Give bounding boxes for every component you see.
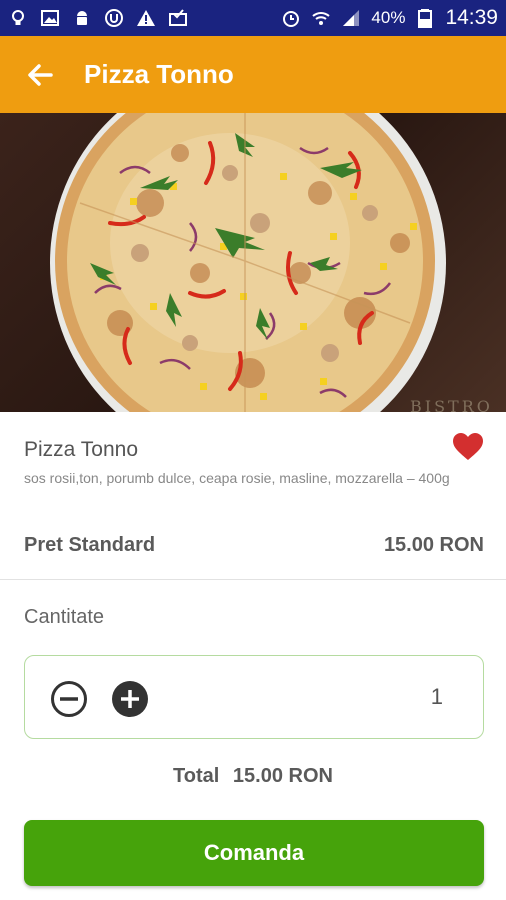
warning-icon — [137, 10, 155, 26]
quantity-label: Cantitate — [24, 606, 105, 628]
total-row: Total 15.00 RON — [0, 765, 506, 788]
notification-icons — [8, 8, 188, 28]
android-icon — [77, 11, 87, 25]
app-bar: Pizza Tonno — [0, 36, 506, 113]
product-description: sos rosii,ton, porumb dulce, ceapa rosie… — [24, 470, 450, 486]
product-name: Pizza Tonno — [24, 438, 139, 461]
order-button[interactable]: Comanda — [24, 820, 484, 886]
quantity-stepper: 1 — [24, 655, 484, 739]
heart-icon — [453, 433, 483, 460]
arrow-left-icon — [28, 63, 53, 86]
lightbulb-icon — [12, 10, 24, 25]
order-button-label: Comanda — [203, 840, 305, 865]
alarm-icon — [283, 11, 300, 27]
total-value: 15.00 RON — [232, 765, 333, 787]
battery-percent: 40% — [371, 8, 406, 27]
product-info: Pizza Tonno sos rosii,ton, porumb dulce,… — [0, 412, 506, 580]
favorite-button[interactable] — [452, 432, 484, 462]
back-button[interactable] — [0, 36, 80, 113]
price-value: 15.00 RON — [383, 534, 484, 556]
clock: 14:39 — [445, 6, 498, 29]
wifi-icon — [312, 12, 331, 25]
total-label: Total — [173, 765, 220, 787]
decrease-button[interactable] — [50, 680, 88, 718]
product-image: BISTRO — [0, 113, 506, 412]
status-bar: 40% 14:39 — [0, 0, 506, 36]
signal-icon — [343, 10, 360, 26]
image-watermark: BISTRO — [410, 397, 493, 412]
mail-check-icon — [169, 9, 187, 26]
increase-button[interactable] — [111, 680, 149, 718]
minus-icon — [51, 681, 87, 717]
quantity-value: 1 — [430, 684, 443, 709]
price-label: Pret Standard — [24, 534, 156, 556]
system-status: 40% 14:39 — [281, 6, 498, 30]
battery-icon — [418, 9, 433, 28]
circle-u-icon — [105, 9, 123, 27]
plus-icon — [112, 681, 148, 717]
page-title: Pizza Tonno — [84, 59, 234, 89]
image-icon — [41, 10, 59, 26]
